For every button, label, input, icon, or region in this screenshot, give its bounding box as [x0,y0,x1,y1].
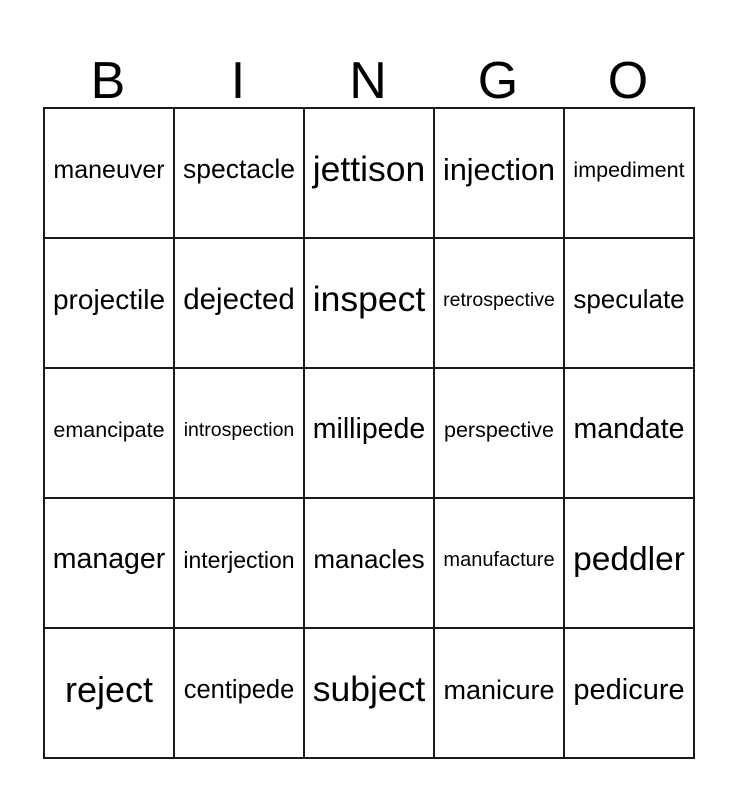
bingo-header-cell-b: B [43,26,173,107]
bingo-cell[interactable]: injection [435,109,565,239]
bingo-cell-label: injection [443,152,555,187]
bingo-cell-label: reject [64,669,154,711]
bingo-header-cell-n: N [303,26,433,107]
bingo-cell-label: manager [52,543,166,576]
bingo-cell[interactable]: millipede [305,369,435,499]
bingo-cell-label: peddler [573,541,685,579]
bingo-cell[interactable]: manager [45,499,175,629]
bingo-cell-label: spectacle [183,154,295,185]
bingo-cell[interactable]: impediment [565,109,695,239]
bingo-header-cell-i: I [173,26,303,107]
bingo-cell[interactable]: emancipate [45,369,175,499]
bingo-row: reject centipede subject manicure pedicu… [45,629,695,759]
bingo-cell-label: centipede [183,675,295,704]
bingo-cell-label: introspection [183,418,295,441]
bingo-cell-label: jettison [312,149,426,190]
bingo-cell-label: retrospective [443,288,555,311]
bingo-header-letter-n: N [349,52,387,110]
bingo-row: maneuver spectacle jettison injection im… [45,109,695,239]
bingo-cell[interactable]: mandate [565,369,695,499]
bingo-header-letter-i: I [230,52,246,110]
bingo-header-letter-b: B [90,52,126,110]
bingo-cell-label: maneuver [53,155,165,184]
bingo-header-row: B I N G O [43,26,693,107]
bingo-cell-label: pedicure [573,673,685,706]
bingo-cell[interactable]: jettison [305,109,435,239]
bingo-cell[interactable]: spectacle [175,109,305,239]
bingo-row: manager interjection manacles manufactur… [45,499,695,629]
bingo-cell[interactable]: centipede [175,629,305,759]
bingo-cell[interactable]: maneuver [45,109,175,239]
bingo-cell[interactable]: inspect [305,239,435,369]
bingo-cell-label: mandate [573,413,685,446]
bingo-cell[interactable]: perspective [435,369,565,499]
bingo-row: emancipate introspection millipede persp… [45,369,695,499]
bingo-cell-label: dejected [183,282,295,316]
bingo-cell-label: projectile [52,284,166,316]
bingo-cell[interactable]: manicure [435,629,565,759]
bingo-cell-label: millipede [312,413,426,446]
bingo-cell-label: interjection [183,546,295,573]
bingo-cell[interactable]: interjection [175,499,305,629]
bingo-row: projectile dejected inspect retrospectiv… [45,239,695,369]
bingo-cell-label: manufacture [443,548,555,571]
bingo-cell[interactable]: retrospective [435,239,565,369]
bingo-header-cell-o: O [563,26,693,107]
bingo-cell[interactable]: dejected [175,239,305,369]
bingo-cell-label: subject [312,669,426,710]
bingo-grid: maneuver spectacle jettison injection im… [43,107,695,759]
bingo-cell-label: perspective [444,417,554,442]
bingo-cell-label: emancipate [53,417,165,442]
bingo-cell[interactable]: speculate [565,239,695,369]
bingo-cell-label: impediment [573,157,685,182]
bingo-cell[interactable]: pedicure [565,629,695,759]
bingo-card: B I N G O maneuver spectacle jettison in… [43,26,695,759]
bingo-header-cell-g: G [433,26,563,107]
bingo-header-letter-o: O [607,52,649,110]
bingo-header-letter-g: G [477,52,519,110]
bingo-cell[interactable]: manacles [305,499,435,629]
bingo-cell-label: inspect [312,279,426,320]
bingo-cell[interactable]: subject [305,629,435,759]
bingo-cell-label: speculate [573,284,685,315]
bingo-cell[interactable]: peddler [565,499,695,629]
bingo-cell[interactable]: manufacture [435,499,565,629]
bingo-cell[interactable]: introspection [175,369,305,499]
bingo-cell-label: manicure [443,674,555,705]
bingo-cell[interactable]: projectile [45,239,175,369]
bingo-cell[interactable]: reject [45,629,175,759]
bingo-cell-label: manacles [313,544,425,575]
